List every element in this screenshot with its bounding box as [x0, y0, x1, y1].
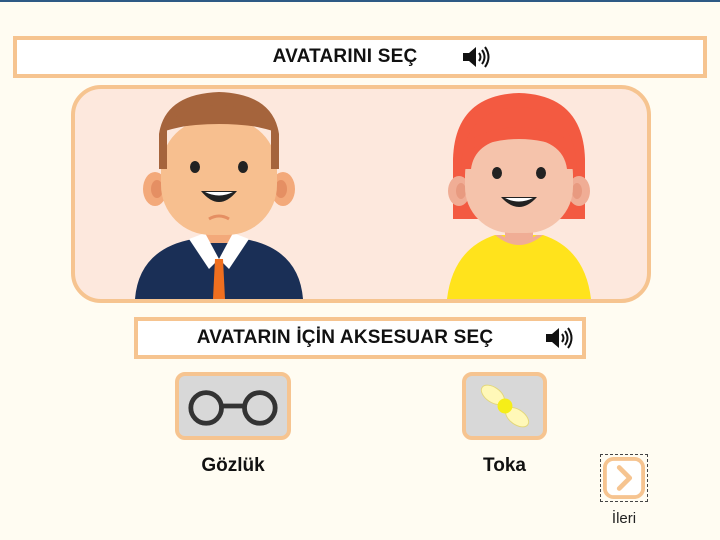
glasses-label: Gözlük — [201, 455, 265, 476]
speaker-icon[interactable] — [461, 44, 491, 70]
next-label: İleri — [611, 510, 637, 527]
hair-clip-accessory-button[interactable] — [462, 372, 547, 440]
chevron-right-icon — [603, 457, 645, 499]
glasses-accessory-button[interactable] — [175, 372, 291, 440]
choose-accessory-title: AVATARIN İÇİN AKSESUAR SEÇ — [196, 327, 494, 348]
boy-avatar[interactable] — [135, 89, 303, 299]
choose-accessory-banner: AVATARIN İÇİN AKSESUAR SEÇ — [134, 317, 586, 359]
speaker-icon[interactable] — [544, 325, 574, 351]
avatar-panel — [71, 85, 651, 303]
girl-avatar[interactable] — [445, 89, 593, 299]
top-rule — [0, 0, 720, 2]
next-button[interactable] — [600, 454, 648, 502]
hair-clip-label: Toka — [483, 455, 526, 476]
choose-avatar-banner: AVATARINI SEÇ — [13, 36, 707, 78]
choose-avatar-title: AVATARINI SEÇ — [272, 46, 418, 67]
glasses-icon — [188, 390, 278, 426]
hair-clip-icon — [480, 384, 529, 428]
